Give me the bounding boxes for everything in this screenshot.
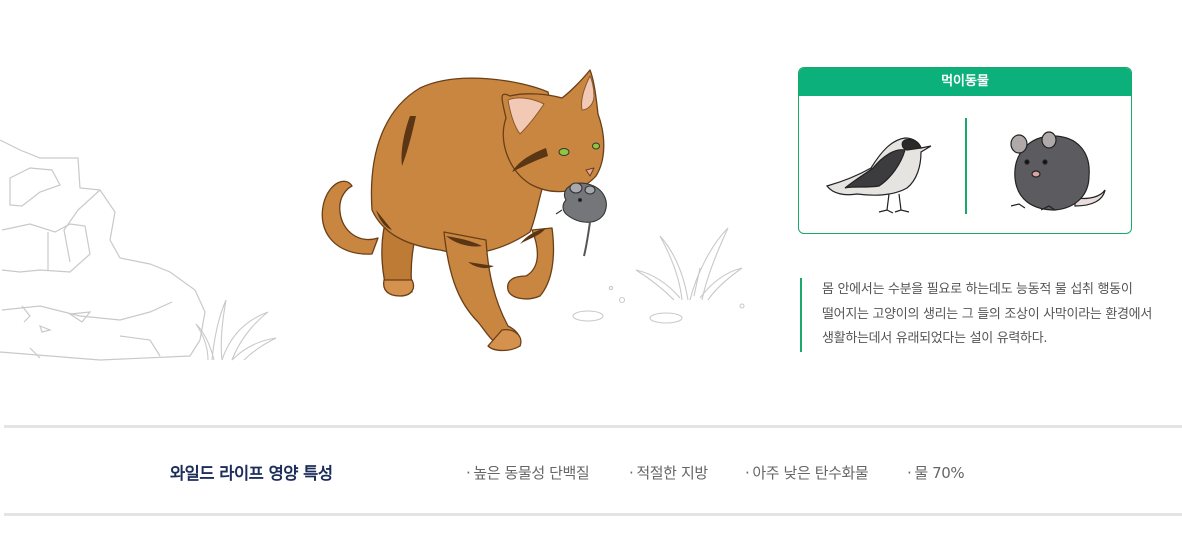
trait-label: 높은 동물성 단백질 [473,464,590,482]
traits-title: 와일드 라이프 영양 특성 [170,464,333,483]
prey-card-title: 먹이동물 [799,68,1131,96]
description-line: 생활하는데서 유래되었다는 설이 유력하다. [822,331,1048,346]
mouse-in-mouth-illustration [555,182,607,257]
trait-item: · 적절한 지방 [629,462,708,483]
bullet: · [466,464,471,482]
trait-label: 아주 낮은 탄수화물 [752,464,869,482]
bullet: · [907,464,912,482]
rock-outline-illustration [0,139,206,361]
description-line: 떨어지는 고양이의 생리는 그 들의 조상이 사막이라는 환경에서 [822,306,1152,322]
top-divider [4,425,1182,428]
trait-item: · 아주 낮은 탄수화물 [745,462,869,483]
bird-illustration [825,137,932,214]
grass-right-illustration [635,227,743,301]
trait-item: · 높은 동물성 단백질 [466,462,590,483]
trait-item: · 물 70% [907,462,965,483]
trait-label: 물 70% [914,464,965,482]
trait-label: 적절한 지방 [636,464,708,482]
bullet: · [745,464,750,482]
description-text: 몸 안에서는 수분을 필요로 하는데도 능동적 물 섭취 행동이 떨어지는 고양… [800,278,1170,352]
pebble-illustration [572,285,745,324]
description-line: 몸 안에서는 수분을 필요로 하는데도 능동적 물 섭취 행동이 [822,282,1133,297]
mouse-illustration [1010,131,1106,211]
grass-left-illustration [195,299,277,361]
prey-card-body [799,96,1131,233]
prey-divider [965,118,967,214]
bottom-divider [4,513,1182,516]
prey-animals-card: 먹이동물 [798,67,1132,234]
bullet: · [629,464,634,482]
